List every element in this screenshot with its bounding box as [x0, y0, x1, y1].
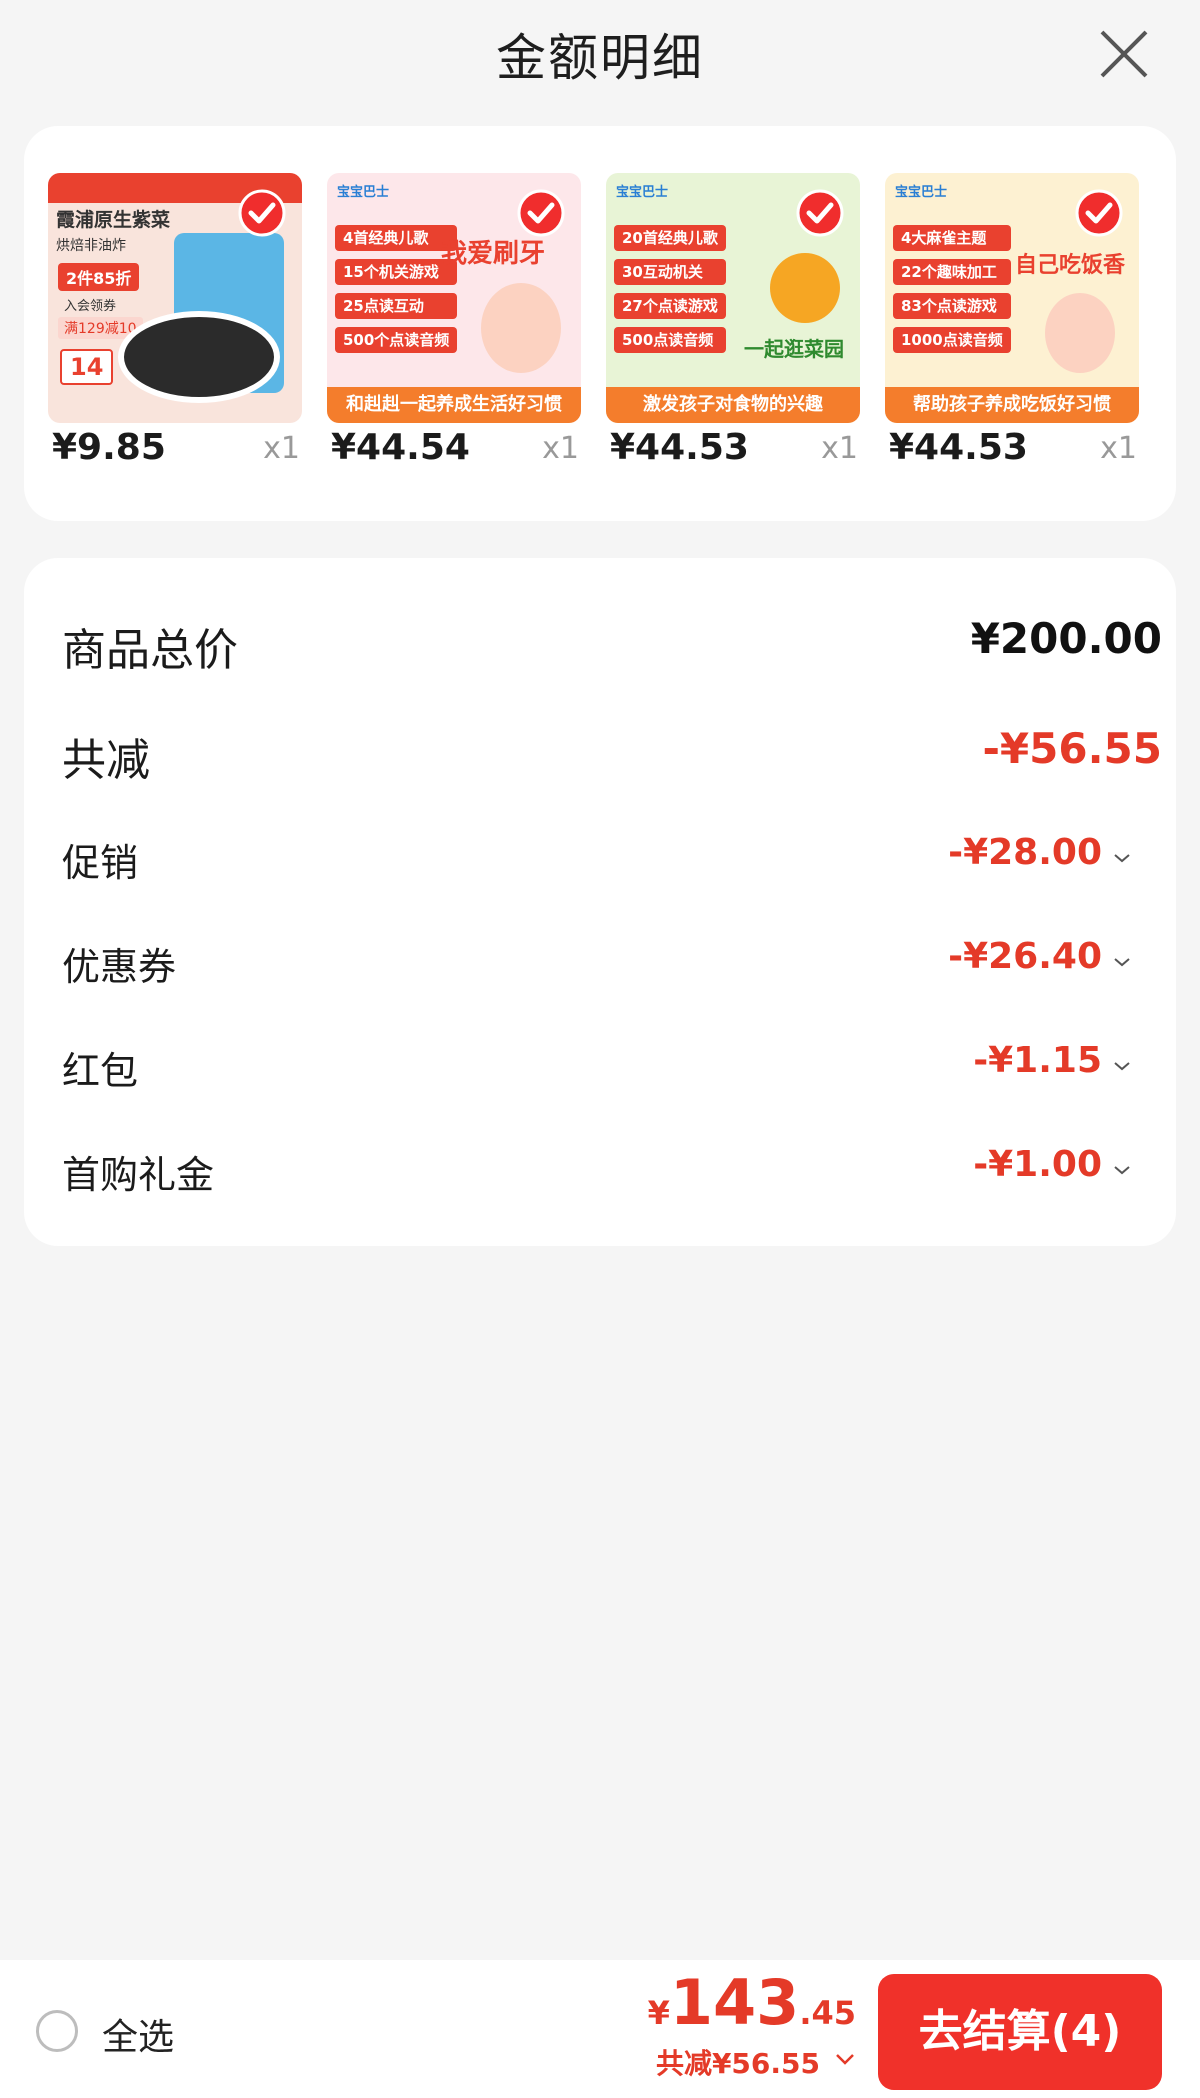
total-price: ¥143.45: [647, 1966, 856, 2039]
product-list-card: 霞浦原生紫菜 烘焙非油炸 2件85折 入会领券 满129减10 14 ¥9.85…: [24, 126, 1176, 521]
product-qty: x1: [263, 431, 300, 466]
product-price: ¥44.53: [889, 427, 1028, 468]
chevron-down-icon[interactable]: [1112, 952, 1132, 972]
product-price: ¥44.53: [610, 427, 749, 468]
checkmark-icon[interactable]: [517, 189, 565, 237]
header: 金额明细: [0, 0, 1200, 110]
chevron-down-icon[interactable]: [1112, 1056, 1132, 1076]
product-item[interactable]: 宝宝巴士 20首经典儿歌 30互动机关 27个点读游戏 500点读音频 一起逛菜…: [606, 173, 860, 475]
discount-row-first-purchase[interactable]: 首购礼金 -¥1.00: [62, 1144, 1162, 1204]
select-all-radio[interactable]: [36, 2010, 78, 2052]
product-price-row: ¥44.53 x1: [606, 425, 860, 475]
chevron-down-icon[interactable]: [1112, 848, 1132, 868]
product-price: ¥9.85: [52, 427, 166, 468]
product-item[interactable]: 宝宝巴士 4大麻雀主题 22个趣味加工 83个点读游戏 1000点读音频 自己吃…: [885, 173, 1139, 475]
total-reduction-amount: -¥56.55: [982, 724, 1162, 773]
product-image[interactable]: 霞浦原生紫菜 烘焙非油炸 2件85折 入会领券 满129减10 14: [48, 173, 302, 423]
product-image[interactable]: 宝宝巴士 4大麻雀主题 22个趣味加工 83个点读游戏 1000点读音频 自己吃…: [885, 173, 1139, 423]
product-item[interactable]: 霞浦原生紫菜 烘焙非油炸 2件85折 入会领券 满129减10 14 ¥9.85…: [48, 173, 302, 475]
product-qty: x1: [1100, 431, 1137, 466]
checkmark-icon[interactable]: [796, 189, 844, 237]
page-title: 金额明细: [496, 29, 704, 87]
seaweed-bowl: [118, 311, 280, 403]
select-all-label[interactable]: 全选: [102, 2008, 174, 2060]
character-illustration: [481, 283, 561, 373]
price-summary-card: 商品总价 ¥200.00 共减 -¥56.55 促销 -¥28.00 优惠券 -…: [24, 558, 1176, 1246]
character-illustration: [1045, 293, 1115, 373]
product-price-row: ¥9.85 x1: [48, 425, 302, 475]
total-discount-toggle[interactable]: 共减¥56.55: [648, 2042, 856, 2082]
close-icon[interactable]: [1096, 26, 1152, 82]
pumpkin-illustration: [770, 253, 840, 323]
checkmark-icon[interactable]: [1075, 189, 1123, 237]
product-item[interactable]: 宝宝巴士 4首经典儿歌 15个机关游戏 25点读互动 500个点读音频 我爱刷牙…: [327, 173, 581, 475]
checkout-button[interactable]: 去结算(4): [878, 1974, 1162, 2090]
goods-total-amount: ¥200.00: [970, 614, 1162, 663]
discount-row-promotion[interactable]: 促销 -¥28.00: [62, 832, 1162, 892]
product-qty: x1: [821, 431, 858, 466]
product-price-row: ¥44.53 x1: [885, 425, 1139, 475]
checkout-bar: 全选 ¥143.45 共减¥56.55 去结算(4): [0, 1960, 1200, 2098]
product-qty: x1: [542, 431, 579, 466]
goods-total-row: 商品总价 ¥200.00: [62, 614, 1162, 676]
goods-total-label: 商品总价: [62, 625, 238, 676]
product-price: ¥44.54: [331, 427, 470, 468]
product-image[interactable]: 宝宝巴士 4首经典儿歌 15个机关游戏 25点读互动 500个点读音频 我爱刷牙…: [327, 173, 581, 423]
total-reduction-row: 共减 -¥56.55: [62, 724, 1162, 786]
checkmark-icon[interactable]: [238, 189, 286, 237]
chevron-down-icon[interactable]: [834, 2048, 856, 2070]
discount-row-coupon[interactable]: 优惠券 -¥26.40: [62, 936, 1162, 996]
product-image[interactable]: 宝宝巴士 20首经典儿歌 30互动机关 27个点读游戏 500点读音频 一起逛菜…: [606, 173, 860, 423]
total-block: ¥143.45 共减¥56.55: [648, 1972, 856, 2082]
chevron-down-icon[interactable]: [1112, 1160, 1132, 1180]
discount-row-red-packet[interactable]: 红包 -¥1.15: [62, 1040, 1162, 1100]
total-reduction-label: 共减: [62, 735, 150, 786]
product-price-row: ¥44.54 x1: [327, 425, 581, 475]
